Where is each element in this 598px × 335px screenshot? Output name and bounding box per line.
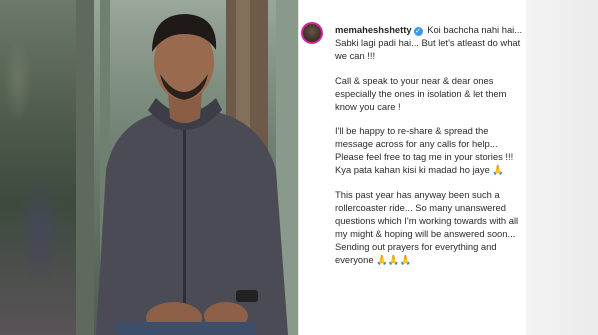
man-in-hoodie-illustration <box>76 0 298 335</box>
post-caption: memaheshshetty ✓ Koi bachcha nahi hai... … <box>335 24 525 267</box>
instagram-post-panel: memaheshshetty ✓ Koi bachcha nahi hai... … <box>298 0 528 335</box>
post-header <box>301 22 323 44</box>
profile-avatar[interactable] <box>301 22 323 44</box>
post-photo[interactable] <box>76 0 298 335</box>
verified-badge-icon: ✓ <box>413 27 423 36</box>
blurred-background-left <box>0 0 76 335</box>
caption-paragraph-3-block: I'll be happy to re-share & spread the m… <box>335 125 525 177</box>
caption-paragraph-3b: Kya pata kahan kisi ki madad ho jaye 🙏 <box>335 164 505 176</box>
caption-paragraph-2: Call & speak to your near & dear ones es… <box>335 74 507 112</box>
caption-paragraph-4: This past year has anyway been such a ro… <box>335 189 519 265</box>
blurred-background-right <box>526 0 598 335</box>
username-link[interactable]: memaheshshetty <box>335 24 412 35</box>
caption-paragraph-3: I'll be happy to re-share & spread the m… <box>335 125 514 163</box>
